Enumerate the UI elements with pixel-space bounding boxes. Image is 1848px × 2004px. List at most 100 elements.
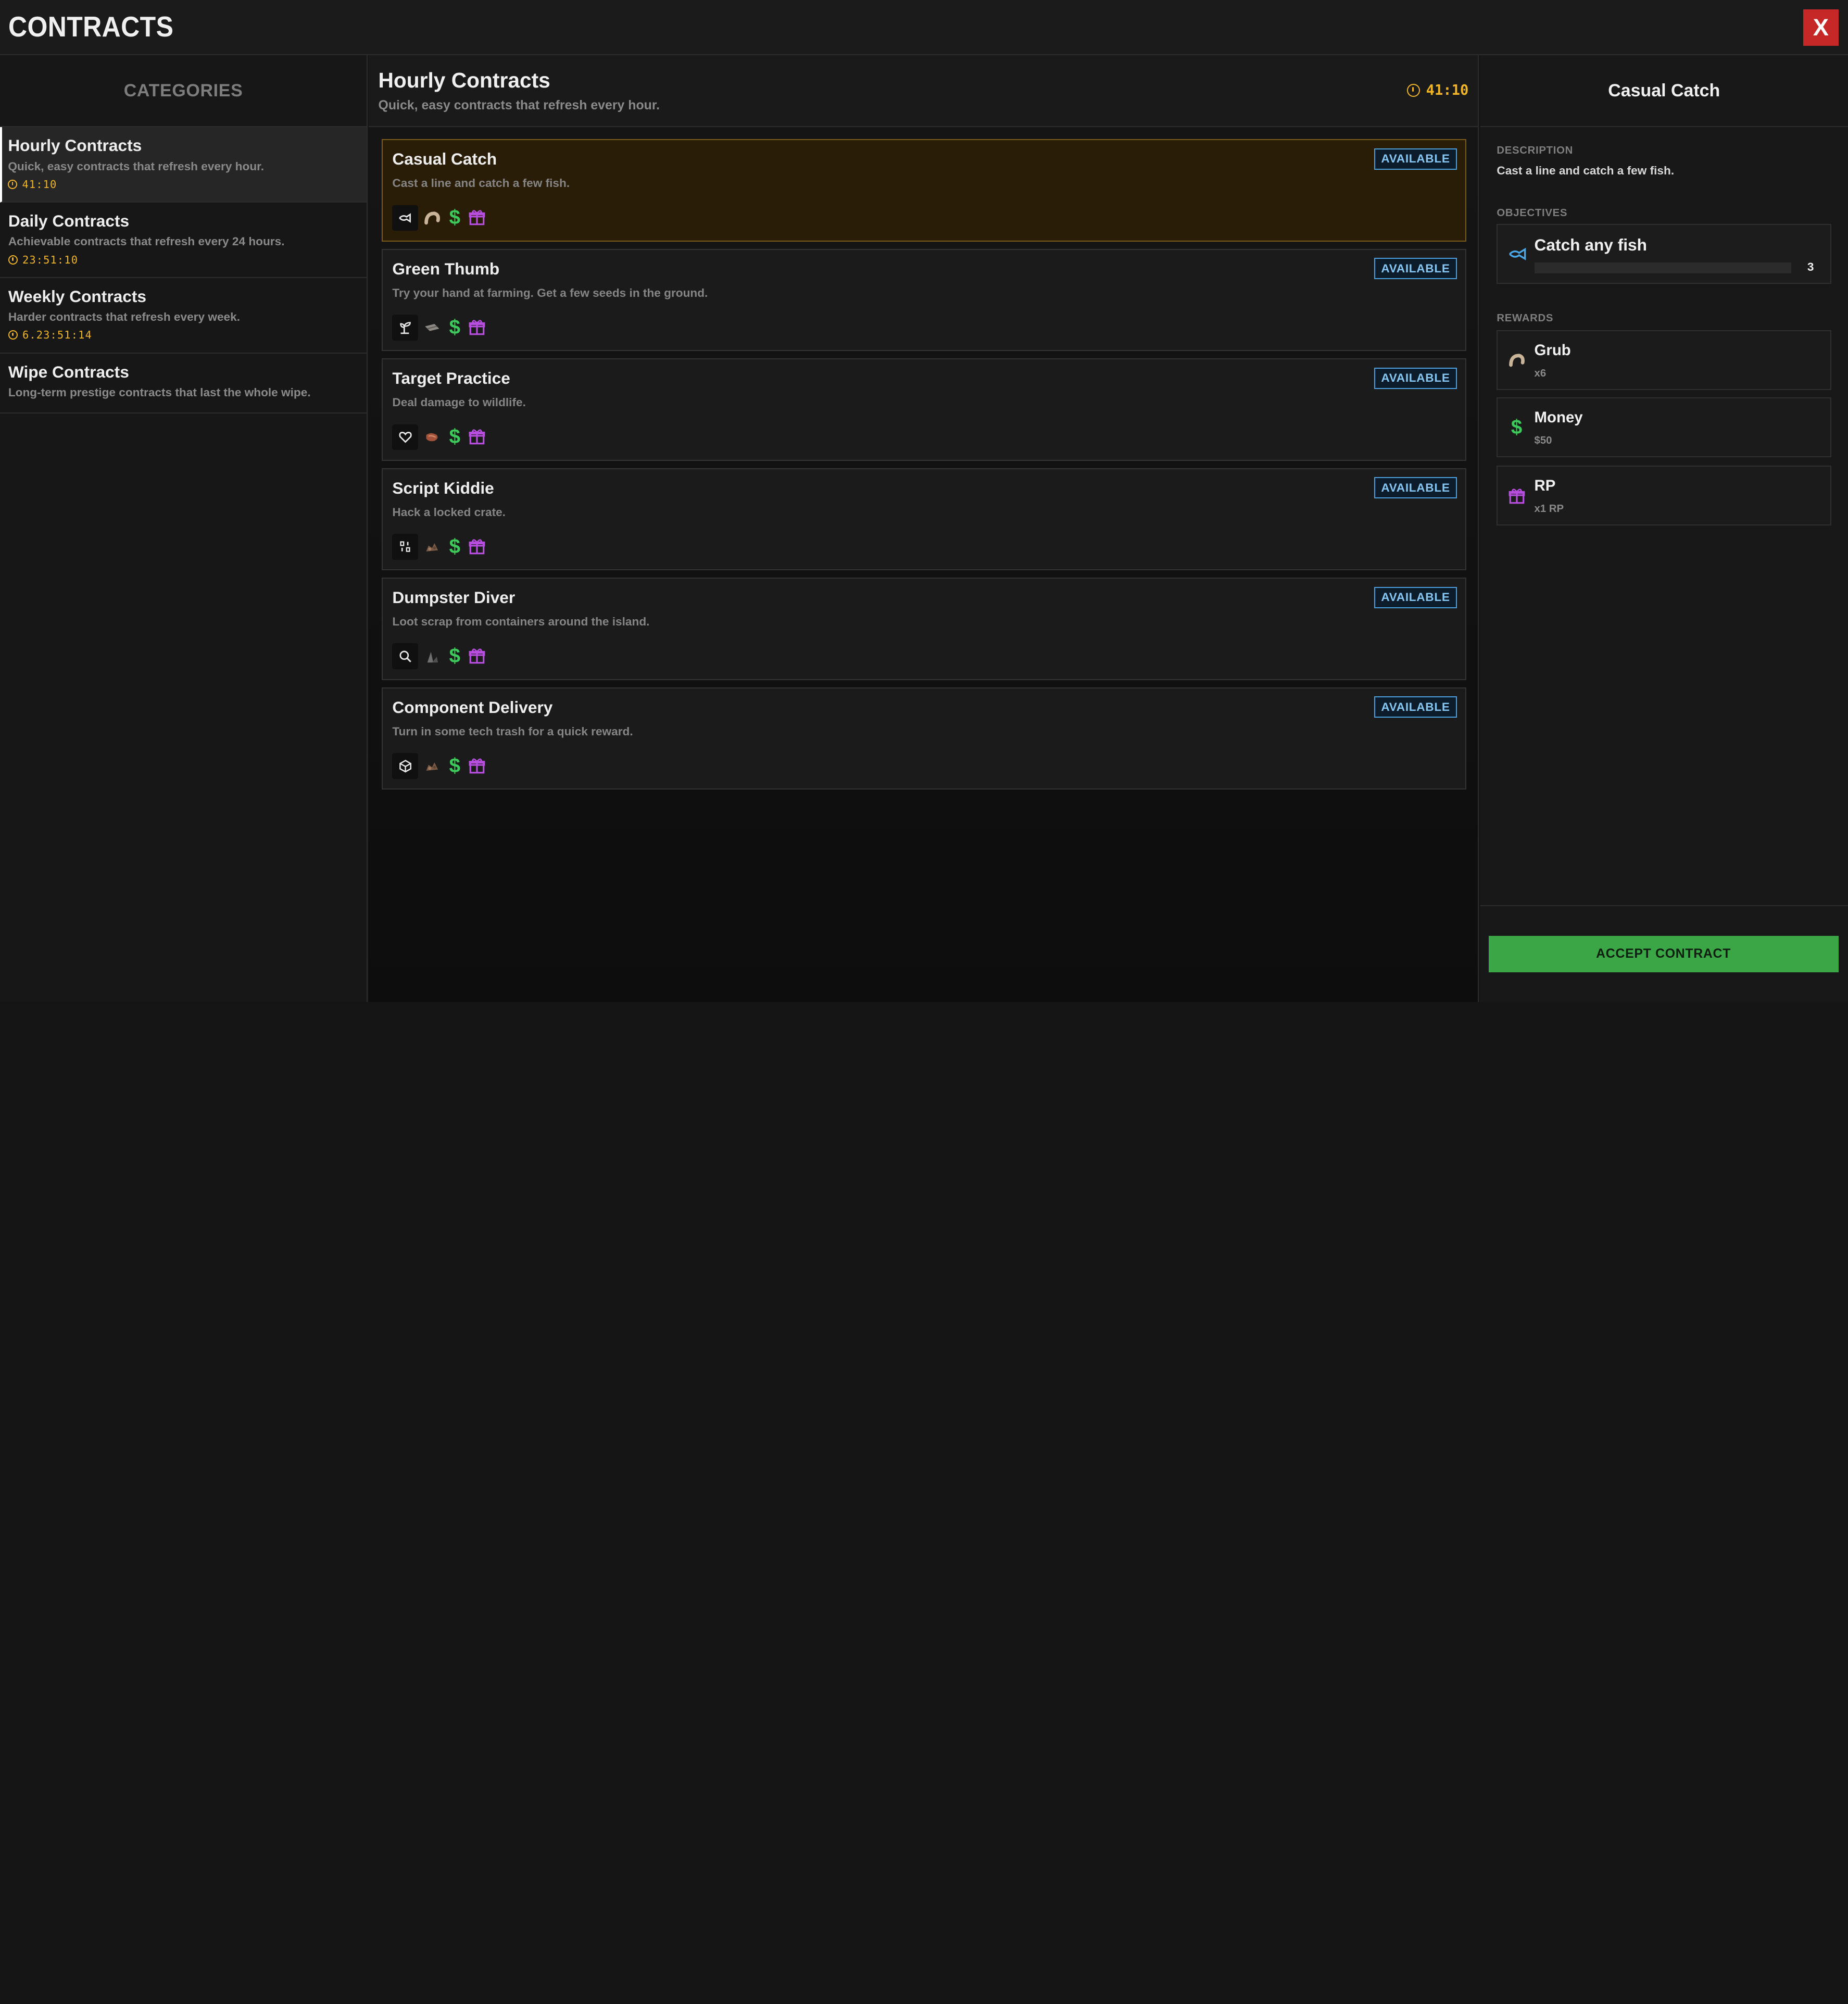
status-badge: AVAILABLE: [1374, 586, 1457, 608]
window-title: CONTRACTS: [8, 11, 174, 43]
category-wipe[interactable]: Wipe Contracts Long-term prestige contra…: [0, 354, 367, 414]
category-title: Daily Contracts: [8, 211, 130, 231]
category-timer: 41:10: [8, 178, 358, 191]
accept-contract-button[interactable]: ACCEPT CONTRACT: [1488, 935, 1839, 972]
contract-desc: Deal damage to wildlife.: [392, 396, 526, 409]
contract-card[interactable]: Casual Catch Cast a line and catch a few…: [382, 139, 1466, 242]
status-badge: AVAILABLE: [1374, 148, 1457, 170]
meat-icon: [423, 428, 442, 446]
objective-name: Catch any fish: [1534, 235, 1648, 255]
categories-heading: CATEGORIES: [0, 55, 367, 128]
reward-quantity: x6: [1534, 367, 1547, 379]
heart-icon: [392, 424, 419, 450]
contract-card[interactable]: Script Kiddie Hack a locked crate. AVAIL…: [382, 468, 1466, 571]
dollar-icon: $: [449, 316, 460, 339]
gift-icon: [468, 647, 486, 666]
gift-icon: [468, 428, 486, 446]
contract-icons: $: [392, 315, 486, 341]
contract-title: Dumpster Diver: [392, 588, 516, 607]
contract-desc: Try your hand at farming. Get a few seed…: [392, 286, 708, 299]
reward-row: $ Money $50: [1497, 397, 1832, 458]
gift-icon: [468, 208, 486, 227]
list-subtitle: Quick, easy contracts that refresh every…: [378, 97, 660, 112]
reward-quantity: $50: [1534, 434, 1552, 446]
reward-row: Grub x6: [1497, 330, 1832, 391]
category-desc: Harder contracts that refresh every week…: [8, 310, 240, 324]
category-daily[interactable]: Daily Contracts Achievable contracts tha…: [0, 203, 367, 279]
contract-desc: Cast a line and catch a few fish.: [392, 177, 570, 190]
category-title: Wipe Contracts: [8, 362, 129, 381]
gift-icon: [468, 757, 486, 775]
cloth-icon: [423, 318, 442, 337]
objective-progress-bar: [1534, 262, 1791, 273]
contract-card[interactable]: Green Thumb Try your hand at farming. Ge…: [382, 248, 1466, 352]
dollar-icon: $: [449, 535, 460, 558]
magnifier-icon: [392, 643, 419, 670]
contract-title: Component Delivery: [392, 697, 553, 717]
gift-icon: [1507, 486, 1526, 505]
dollar-icon: $: [449, 754, 460, 777]
metal-fragments-icon: [423, 647, 442, 666]
contract-card[interactable]: Component Delivery Turn in some tech tra…: [382, 687, 1466, 790]
objective-count: 3: [1807, 260, 1814, 273]
close-button[interactable]: X: [1803, 9, 1839, 46]
reward-name: Money: [1534, 409, 1583, 427]
status-badge: AVAILABLE: [1374, 367, 1457, 389]
reward-quantity: x1 RP: [1534, 503, 1564, 515]
detail-title: Casual Catch: [1480, 55, 1848, 128]
gift-icon: [468, 318, 486, 337]
contract-card[interactable]: Dumpster Diver Loot scrap from container…: [382, 578, 1466, 680]
contracts-list-panel: Hourly Contracts Quick, easy contracts t…: [369, 55, 1479, 1002]
gift-icon: [468, 537, 486, 556]
category-weekly[interactable]: Weekly Contracts Harder contracts that r…: [0, 278, 367, 354]
contract-icons: $: [392, 424, 486, 450]
dollar-icon: $: [449, 645, 460, 668]
contract-icons: $: [392, 205, 486, 231]
clock-icon: [1407, 84, 1420, 97]
fish-icon: [392, 205, 419, 231]
timer-text: 41:10: [22, 178, 57, 191]
sprout-icon: [392, 315, 419, 341]
status-badge: AVAILABLE: [1374, 696, 1457, 718]
scrap-pile-icon: [423, 537, 442, 556]
category-desc: Quick, easy contracts that refresh every…: [8, 159, 264, 173]
fish-icon: [1508, 245, 1527, 267]
categories-sidebar: CATEGORIES Hourly Contracts Quick, easy …: [0, 55, 368, 1002]
category-hourly[interactable]: Hourly Contracts Quick, easy contracts t…: [0, 127, 367, 203]
objective-row: Catch any fish 3: [1497, 224, 1832, 284]
scrap-pile-icon: [423, 757, 442, 775]
contract-icons: $: [392, 753, 486, 779]
status-badge: AVAILABLE: [1374, 477, 1457, 499]
status-badge: AVAILABLE: [1374, 258, 1457, 280]
grub-icon: [423, 208, 442, 227]
category-desc: Achievable contracts that refresh every …: [8, 235, 285, 248]
objectives-label: OBJECTIVES: [1497, 207, 1568, 219]
reward-row: RP x1 RP: [1497, 466, 1832, 526]
contract-desc: Loot scrap from containers around the is…: [392, 615, 650, 629]
contract-icons: $: [392, 643, 486, 670]
rewards-label: REWARDS: [1497, 312, 1554, 324]
refresh-timer-text: 41:10: [1426, 82, 1469, 99]
list-header: Hourly Contracts Quick, easy contracts t…: [369, 55, 1478, 128]
code-icon: [392, 533, 419, 560]
refresh-timer: 41:10: [1407, 82, 1468, 98]
category-title: Hourly Contracts: [8, 136, 142, 155]
category-desc: Long-term prestige contracts that last t…: [8, 386, 311, 399]
dollar-icon: $: [449, 206, 460, 229]
contract-title: Casual Catch: [392, 149, 497, 169]
description-label: DESCRIPTION: [1497, 145, 1573, 157]
category-timer: 23:51:10: [8, 254, 358, 266]
reward-name: RP: [1534, 477, 1556, 495]
contract-title: Target Practice: [392, 369, 510, 388]
detail-footer: ACCEPT CONTRACT: [1480, 905, 1848, 1002]
contract-icons: $: [392, 533, 486, 560]
dollar-icon: $: [449, 425, 460, 448]
contract-card[interactable]: Target Practice Deal damage to wildlife.…: [382, 358, 1466, 461]
contracts-window: CONTRACTS X CATEGORIES Hourly Contracts …: [0, 0, 1848, 1002]
contract-title: Green Thumb: [392, 259, 500, 278]
clock-icon: [8, 179, 18, 189]
detail-description: Cast a line and catch a few fish.: [1497, 164, 1675, 177]
reward-name: Grub: [1534, 342, 1571, 359]
box-icon: [392, 753, 419, 779]
clock-icon: [8, 255, 18, 265]
